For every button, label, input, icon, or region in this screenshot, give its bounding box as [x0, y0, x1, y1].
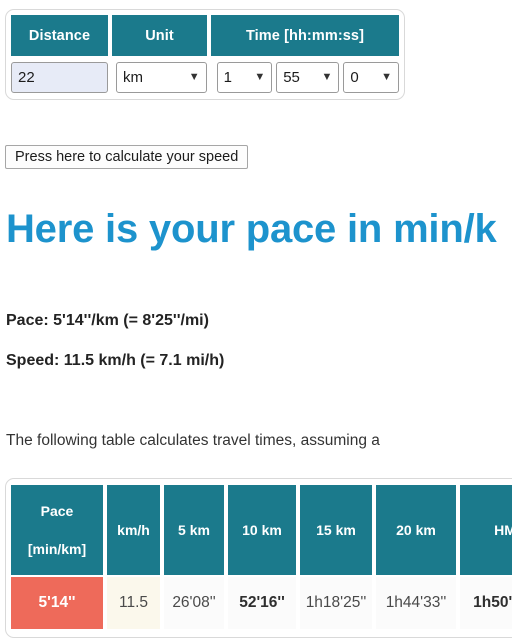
cell-10km: 52'16'': [228, 577, 296, 629]
cell-kmh: 11.5: [107, 577, 160, 629]
cell-15km: 1h18'25'': [300, 577, 372, 629]
cell-5km: 26'08'': [164, 577, 224, 629]
column-header-15km: 15 km: [300, 485, 372, 575]
speed-calculator-form: Distance Unit Time [hh:mm:ss] km ▼ 1 ▼ 5…: [5, 9, 405, 100]
cell-hm: 1h50'17'': [460, 577, 512, 629]
column-header-pace-unit: [min/km]: [27, 541, 87, 557]
minutes-select[interactable]: 55 ▼: [276, 62, 340, 93]
header-time: Time [hh:mm:ss]: [211, 15, 399, 56]
table-header-row: Pace [min/km] km/h 5 km 10 km 15 km 20 k…: [11, 485, 512, 575]
page-title: Here is your pace in min/k: [6, 207, 497, 251]
column-header-5km: 5 km: [164, 485, 224, 575]
minutes-select-value: 55: [283, 69, 300, 86]
unit-select[interactable]: km ▼: [116, 62, 207, 93]
seconds-select[interactable]: 0 ▼: [343, 62, 399, 93]
cell-20km: 1h44'33'': [376, 577, 456, 629]
column-header-kmh: km/h: [107, 485, 160, 575]
header-distance: Distance: [11, 15, 108, 56]
chevron-down-icon: ▼: [381, 71, 392, 83]
hours-select[interactable]: 1 ▼: [216, 62, 273, 93]
chevron-down-icon: ▼: [254, 71, 266, 83]
header-unit: Unit: [112, 15, 207, 56]
distance-input[interactable]: [11, 62, 108, 93]
chevron-down-icon: ▼: [188, 71, 200, 83]
table-row: 5'14'' 11.5 26'08'' 52'16'' 1h18'25'' 1h…: [11, 575, 512, 629]
form-input-row: km ▼ 1 ▼ 55 ▼ 0 ▼: [11, 56, 399, 93]
unit-select-value: km: [123, 69, 143, 86]
result-speed: Speed: 11.5 km/h (= 7.1 mi/h): [6, 352, 225, 369]
column-header-20km: 20 km: [376, 485, 456, 575]
column-header-pace-main: Pace: [40, 503, 74, 519]
hours-select-value: 1: [223, 69, 232, 86]
table-intro-text: The following table calculates travel ti…: [6, 432, 380, 449]
column-header-pace: Pace [min/km]: [11, 485, 103, 575]
column-header-hm: HM: [460, 485, 512, 575]
cell-pace: 5'14'': [11, 577, 103, 629]
result-pace: Pace: 5'14''/km (= 8'25''/mi): [6, 312, 209, 329]
calculate-speed-button[interactable]: Press here to calculate your speed: [5, 145, 249, 169]
form-header-row: Distance Unit Time [hh:mm:ss]: [11, 15, 399, 56]
column-header-10km: 10 km: [228, 485, 296, 575]
chevron-down-icon: ▼: [321, 71, 333, 83]
travel-time-table: Pace [min/km] km/h 5 km 10 km 15 km 20 k…: [5, 478, 512, 638]
seconds-select-value: 0: [350, 69, 359, 86]
